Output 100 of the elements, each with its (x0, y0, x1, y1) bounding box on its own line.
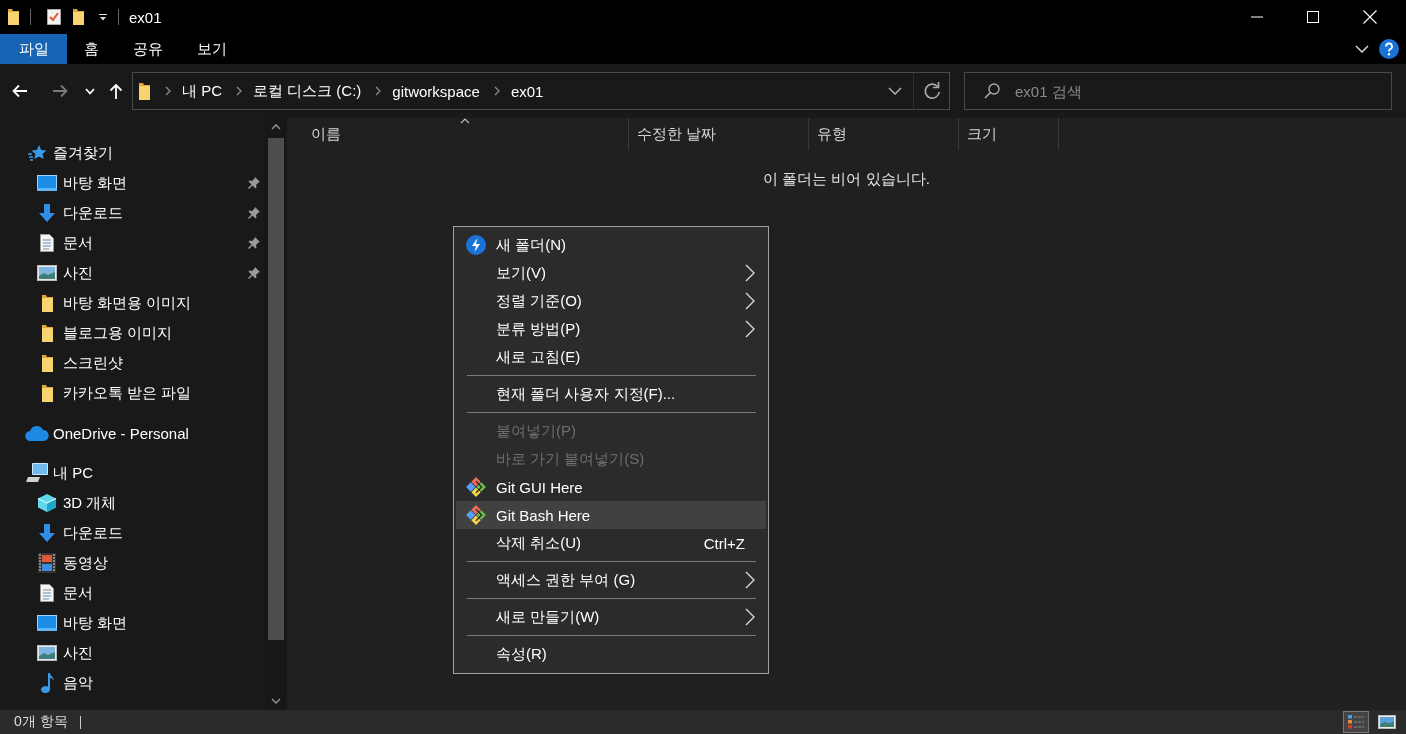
chevron-right-icon[interactable] (375, 86, 382, 96)
lightning-icon (466, 235, 486, 255)
menu-item[interactable]: 삭제 취소(U) Ctrl+Z (456, 529, 766, 557)
sidebar-item[interactable]: 바탕 화면 (0, 168, 265, 198)
scroll-up-icon[interactable] (271, 124, 281, 130)
sidebar-item[interactable]: 블로그용 이미지 (0, 318, 265, 348)
chevron-right-icon (745, 264, 755, 282)
sidebar-item[interactable]: 바탕 화면용 이미지 (0, 288, 265, 318)
scrollbar-thumb[interactable] (268, 138, 284, 640)
chevron-down-icon[interactable] (888, 87, 902, 95)
ribbon-tab[interactable]: 공유 (116, 34, 180, 64)
picture-icon (37, 265, 57, 281)
window-title: ex01 (129, 8, 162, 26)
folder-icon (139, 82, 150, 100)
search-field[interactable]: ex01 검색 (964, 72, 1392, 110)
cube-icon (37, 493, 57, 513)
maximize-icon[interactable] (1307, 11, 1319, 23)
menu-item[interactable]: 새로 만들기(W) (456, 603, 766, 631)
sidebar-item[interactable]: 사진 (0, 638, 265, 668)
empty-folder-message: 이 폴더는 비어 있습니다. (762, 170, 931, 189)
download-icon (39, 524, 55, 542)
menu-item[interactable]: 정렬 기준(O) (456, 287, 766, 315)
scroll-down-icon[interactable] (271, 698, 281, 704)
sidebar-item[interactable]: 동영상 (0, 548, 265, 578)
chevron-down-icon[interactable] (1355, 45, 1369, 53)
sidebar-item[interactable]: 3D 개체 (0, 488, 265, 518)
monitor-icon (37, 615, 57, 631)
ribbon-tab[interactable]: 보기 (180, 34, 244, 64)
monitor-icon (37, 175, 57, 191)
sidebar-item[interactable]: 다운로드 (0, 198, 265, 228)
sidebar-item[interactable]: OneDrive - Personal (0, 418, 265, 448)
menu-item[interactable]: 보기(V) (456, 259, 766, 287)
folder-icon (41, 324, 53, 342)
chevron-right-icon[interactable] (236, 86, 242, 96)
back-icon[interactable] (12, 84, 28, 98)
menu-item[interactable]: 현재 폴더 사용자 지정(F)... (456, 380, 766, 408)
folder-icon (41, 384, 53, 402)
pin-icon[interactable] (248, 237, 260, 249)
menu-item[interactable]: 새 폴더(N) (456, 231, 766, 259)
sidebar-item[interactable]: 문서 (0, 228, 265, 258)
column-header[interactable]: 이름 (287, 118, 629, 150)
close-icon[interactable] (1363, 10, 1377, 24)
help-icon[interactable] (1379, 39, 1399, 59)
diamond-icon (466, 477, 486, 497)
chevron-right-icon (745, 608, 755, 626)
sidebar-item[interactable]: 음악 (0, 668, 265, 698)
sidebar-item[interactable]: 사진 (0, 258, 265, 288)
picture-icon (1378, 715, 1396, 729)
document-icon (40, 584, 54, 602)
menu-item[interactable]: 액세스 권한 부여 (G) (456, 566, 766, 594)
chevron-right-icon[interactable] (165, 86, 171, 96)
ribbon-tab[interactable]: 홈 (67, 34, 116, 64)
item-count-label: 0개 항목 (14, 713, 68, 731)
breadcrumb-item[interactable]: 내 PC (180, 81, 224, 101)
breadcrumb-item[interactable]: ex01 (508, 82, 546, 100)
sidebar-item[interactable]: 즐겨찾기 (0, 138, 265, 168)
chevron-right-icon[interactable] (493, 86, 500, 96)
sidebar-item[interactable]: 문서 (0, 578, 265, 608)
folder-icon (41, 354, 53, 372)
pin-icon[interactable] (248, 267, 260, 279)
chevron-right-icon (745, 320, 755, 338)
menu-item[interactable]: Git GUI Here (456, 473, 766, 501)
up-arrow-icon[interactable] (109, 83, 123, 99)
star-icon (27, 145, 47, 161)
sidebar-item[interactable]: 스크린샷 (0, 348, 265, 378)
computer-icon (26, 463, 48, 483)
menu-item[interactable]: 분류 방법(P) (456, 315, 766, 343)
shortcut-label: Ctrl+Z (703, 534, 745, 552)
sidebar-item[interactable]: 카카오톡 받은 파일 (0, 378, 265, 408)
folder-icon (41, 294, 53, 312)
sidebar-item[interactable]: 내 PC (0, 458, 265, 488)
film-icon (38, 553, 56, 573)
menu-item[interactable]: Git Bash Here (456, 501, 766, 529)
details-view-button[interactable] (1343, 711, 1369, 733)
dropdown-icon[interactable] (99, 13, 107, 21)
pin-icon[interactable] (248, 207, 260, 219)
checked-document-icon[interactable] (47, 9, 61, 25)
breadcrumb-item[interactable]: gitworkspace (390, 82, 482, 100)
column-header[interactable]: 크기 (959, 118, 1059, 150)
refresh-icon[interactable] (922, 81, 942, 101)
folder-icon[interactable] (8, 9, 19, 25)
column-header[interactable]: 유형 (809, 118, 959, 150)
breadcrumb-item[interactable]: 로컬 디스크 (C:) (251, 81, 364, 101)
document-icon (40, 234, 54, 252)
menu-item[interactable]: 속성(R) (456, 640, 766, 668)
sidebar-item[interactable]: 다운로드 (0, 518, 265, 548)
sidebar-item[interactable]: 바탕 화면 (0, 608, 265, 638)
search-icon (984, 83, 1000, 99)
address-field[interactable]: 내 PC 로컬 디스크 (C:) gitworkspace ex01 (132, 72, 950, 110)
menu-item[interactable]: 새로 고침(E) (456, 343, 766, 371)
folder-icon[interactable] (73, 9, 84, 25)
column-header[interactable]: 수정한 날짜 (629, 118, 809, 150)
list-icon (1348, 715, 1364, 729)
music-note-icon (40, 673, 54, 693)
file-menu-button[interactable]: 파일 (0, 34, 67, 64)
diamond-icon (466, 505, 486, 525)
picture-icon (37, 645, 57, 661)
pin-icon[interactable] (248, 177, 260, 189)
cloud-icon (25, 425, 49, 441)
chevron-right-icon (745, 571, 755, 589)
